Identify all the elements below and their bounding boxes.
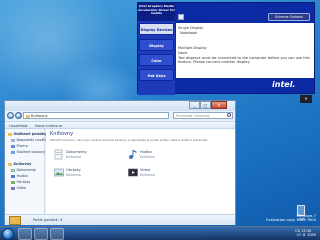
- star-icon: [8, 132, 12, 136]
- nav-favorites[interactable]: Oblíbené položky: [8, 132, 46, 136]
- library-icon: [9, 216, 21, 225]
- back-button[interactable]: ◀: [7, 112, 14, 119]
- library-pictures[interactable]: Obrázky Knihovna: [54, 167, 114, 181]
- start-button[interactable]: [2, 228, 14, 240]
- nav-documents[interactable]: Dokumenty: [11, 168, 36, 172]
- library-icon: [8, 162, 12, 166]
- music-icon: [11, 174, 15, 178]
- nav-videos[interactable]: Videa: [11, 186, 26, 190]
- forward-button[interactable]: ▶: [15, 112, 22, 119]
- nav-music[interactable]: Hudba: [11, 174, 28, 178]
- address-row: ◀ ▶ Knihovny Prohledat: Knihovny: [5, 111, 235, 121]
- scheme-options-button[interactable]: Scheme Options: [268, 13, 310, 21]
- library-type: Knihovna: [66, 155, 81, 159]
- clock-date: 27. 6. 2009: [296, 233, 316, 238]
- clock[interactable]: 15:34 27. 6. 2009: [297, 229, 316, 237]
- taskbar: CS 15:34 27. 6. 2009: [0, 226, 320, 240]
- intel-sidebar: Intel Graphics Media Accelerator Driver …: [138, 3, 175, 95]
- address-bar[interactable]: Knihovny: [23, 112, 169, 119]
- maximize-button[interactable]: □: [200, 101, 211, 109]
- videos-icon: [11, 186, 15, 190]
- library-music[interactable]: Hudba Knihovna: [128, 149, 188, 163]
- command-bar: Uspořádat Nová knihovna: [5, 121, 235, 129]
- search-input[interactable]: Prohledat: Knihovny: [173, 112, 233, 119]
- intel-brand-logo: intel.: [272, 80, 296, 89]
- library-type: Knihovna: [140, 173, 155, 177]
- library-title: Knihovny: [50, 131, 74, 137]
- navigation-pane: Oblíbené položky Naposledy navštívené Pl…: [5, 129, 54, 214]
- item-count: Počet položek: 4: [33, 218, 63, 222]
- single-display-label: Single Display: [178, 26, 204, 30]
- intel-close-button[interactable]: ✕: [300, 95, 312, 103]
- windows-version-watermark: Windows 7 Evaluation copy. Build 7600: [266, 214, 316, 222]
- library-videos[interactable]: Videa Knihovna: [128, 167, 188, 181]
- library-name: Hudba: [140, 150, 152, 154]
- intel-nav-hot-keys[interactable]: Hot Keys: [139, 69, 174, 81]
- library-description: Otevřít knihovnu, aby bylo možné zobrazi…: [50, 138, 209, 142]
- downloads-icon: [11, 150, 15, 154]
- library-content: Knihovny Otevřít knihovnu, aby bylo možn…: [46, 129, 235, 214]
- intel-nav-color-correction[interactable]: Color Correction: [139, 54, 174, 75]
- search-icon: [227, 113, 231, 117]
- pictures-icon: [54, 167, 64, 178]
- nav-desktop[interactable]: Plocha: [11, 144, 28, 148]
- music-icon: [128, 149, 138, 160]
- recent-icon: [11, 138, 15, 142]
- documents-icon: [11, 168, 15, 172]
- nav-pictures[interactable]: Obrázky: [11, 180, 30, 184]
- multiple-display-label: Multiple Display: [178, 46, 207, 50]
- minimize-button[interactable]: _: [189, 101, 200, 109]
- status-bar: Počet položek: 4: [5, 214, 235, 225]
- nav-libraries[interactable]: Knihovny: [8, 162, 31, 166]
- library-icon: [26, 114, 30, 118]
- library-name: Obrázky: [66, 168, 81, 172]
- library-type: Knihovna: [66, 173, 81, 177]
- taskbar-explorer-icon[interactable]: [34, 228, 48, 240]
- explorer-window: _ □ X ◀ ▶ Knihovny Prohledat: Knihovny U…: [4, 100, 236, 225]
- library-name: Videa: [140, 168, 151, 172]
- pictures-icon: [11, 180, 15, 184]
- intel-nav-display-settings[interactable]: Display Settings: [139, 39, 174, 60]
- display-icon[interactable]: [178, 14, 184, 20]
- documents-icon: [54, 149, 64, 160]
- desktop-icon: [11, 144, 15, 148]
- nav-downloads[interactable]: Stažené soubory: [11, 150, 45, 154]
- display-note: Two displays must be connected to the co…: [178, 56, 310, 64]
- intel-nav-display-devices[interactable]: Display Devices: [139, 23, 174, 35]
- taskbar-media-icon[interactable]: [50, 228, 64, 240]
- intel-logo: Intel Graphics Media Accelerator Driver …: [138, 3, 175, 21]
- library-documents[interactable]: Dokumenty Knihovna: [54, 149, 114, 163]
- windows-build-line: Evaluation copy. Build 7600: [266, 218, 316, 223]
- library-name: Dokumenty: [66, 150, 87, 154]
- close-button[interactable]: X: [211, 101, 227, 109]
- taskbar-ie-icon[interactable]: [18, 228, 32, 240]
- library-type: Knihovna: [140, 155, 155, 159]
- display-label: Notebook: [186, 14, 204, 18]
- title-bar[interactable]: _ □ X: [5, 101, 235, 111]
- videos-icon: [128, 167, 138, 178]
- single-display-value[interactable]: Notebook: [180, 31, 197, 35]
- multiple-display-value: None: [178, 51, 188, 55]
